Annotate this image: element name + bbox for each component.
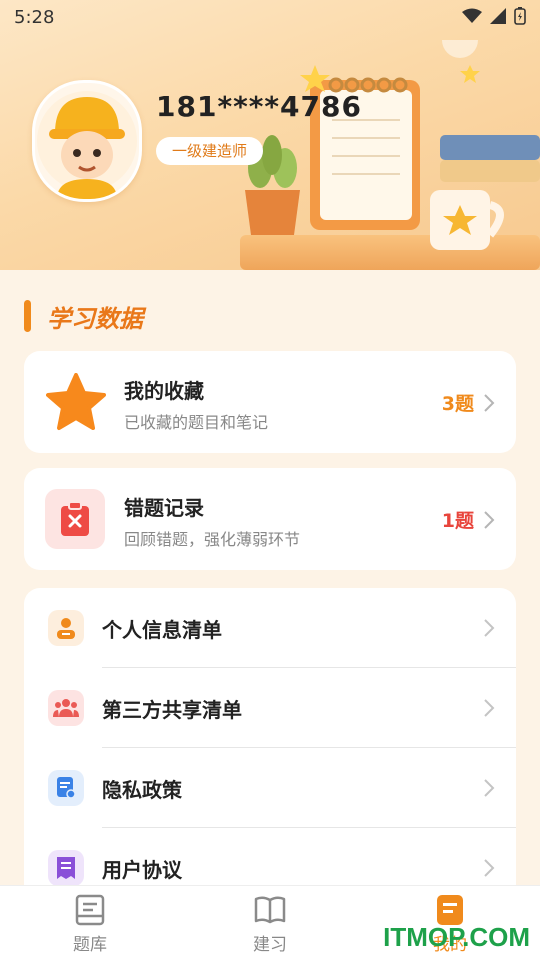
- menu-icon-box: [48, 770, 84, 806]
- profile-header: 5:28 181****4786 一级建造师: [0, 0, 540, 270]
- mistakes-subtitle: 回顾错题，强化薄弱环节: [124, 530, 301, 549]
- chevron-right-icon: [484, 699, 495, 717]
- avatar[interactable]: [32, 80, 142, 202]
- menu-label: 用户协议: [102, 858, 182, 882]
- mistakes-title: 错题记录: [124, 496, 204, 520]
- menu-item-personal-info[interactable]: 个人信息清单: [24, 588, 516, 668]
- document-icon: [57, 777, 76, 799]
- worker-avatar-icon: [37, 91, 137, 199]
- nav-item-question-bank[interactable]: 题库: [30, 894, 150, 958]
- chevron-right-icon: [484, 859, 495, 877]
- chevron-right-icon: [484, 394, 495, 412]
- favorites-title: 我的收藏: [124, 379, 204, 403]
- favorites-count: 3题: [441, 393, 474, 415]
- section-title-text: 学习数据: [47, 304, 143, 333]
- group-icon: [53, 699, 79, 717]
- mistakes-icon-box: [45, 489, 105, 549]
- section-accent-bar: [24, 300, 31, 332]
- watermark: ITMOP.COM: [383, 922, 530, 952]
- favorites-card[interactable]: 我的收藏 已收藏的题目和笔记 3题: [24, 351, 516, 453]
- signal-icon: [490, 8, 506, 24]
- level-badge: 一级建造师: [156, 137, 264, 165]
- clipboard-x-icon: [61, 501, 89, 536]
- battery-icon: [514, 7, 526, 25]
- section-title: 学习数据: [24, 298, 143, 334]
- menu-icon-box: [48, 610, 84, 646]
- settings-menu: 个人信息清单 第三方共享清单 隐私政策 用户协议: [24, 588, 516, 908]
- nav-label: 题库: [73, 935, 107, 955]
- person-icon: [57, 618, 75, 639]
- status-time: 5:28: [14, 7, 55, 28]
- favorites-subtitle: 已收藏的题目和笔记: [124, 413, 269, 432]
- desk-illustration: [240, 40, 540, 270]
- chevron-right-icon: [484, 619, 495, 637]
- menu-label: 隐私政策: [102, 778, 182, 802]
- menu-item-privacy-policy[interactable]: 隐私政策: [24, 748, 516, 828]
- mistakes-card[interactable]: 错题记录 回顾错题，强化薄弱环节 1题: [24, 468, 516, 570]
- star-icon: [46, 373, 106, 430]
- chevron-right-icon: [484, 779, 495, 797]
- menu-icon-box: [48, 850, 84, 886]
- wifi-icon: [462, 8, 482, 23]
- question-bank-icon: [75, 894, 105, 926]
- menu-label: 第三方共享清单: [102, 698, 242, 722]
- status-bar: 5:28: [0, 0, 540, 36]
- status-icons: [462, 7, 526, 25]
- agreement-icon: [57, 857, 75, 879]
- user-phone: 181****4786: [156, 90, 362, 123]
- mistakes-count: 1题: [441, 510, 474, 532]
- menu-label: 个人信息清单: [102, 618, 222, 642]
- menu-icon-box: [48, 690, 84, 726]
- chevron-right-icon: [484, 511, 495, 529]
- book-icon: [254, 896, 286, 924]
- nav-item-study[interactable]: 建习: [210, 894, 330, 958]
- menu-item-third-party-sharing[interactable]: 第三方共享清单: [24, 668, 516, 748]
- nav-label: 建习: [253, 935, 287, 955]
